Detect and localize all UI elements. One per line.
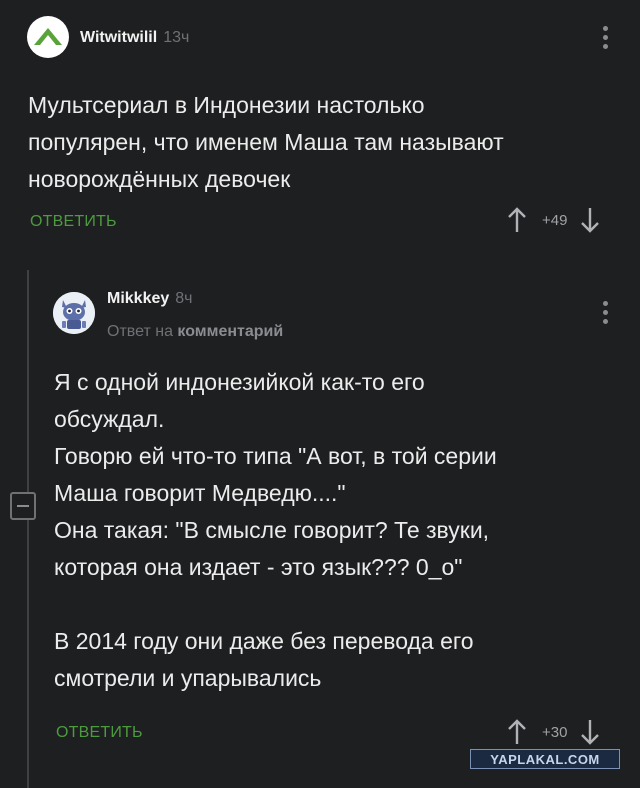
- more-options-icon[interactable]: [600, 26, 610, 49]
- avatar[interactable]: [53, 292, 95, 334]
- reply-button[interactable]: ОТВЕТИТЬ: [56, 724, 143, 742]
- triangle-logo-icon: [34, 28, 62, 45]
- timestamp: 13ч: [163, 29, 190, 46]
- score: +30: [542, 723, 568, 741]
- upvote-arrow-icon[interactable]: [506, 718, 528, 746]
- upvote-arrow-icon[interactable]: [506, 206, 528, 234]
- score: +49: [542, 211, 568, 229]
- vote-controls: +30: [506, 718, 601, 746]
- comment-header: Mikkkey 8ч: [107, 290, 193, 308]
- avatar[interactable]: [27, 16, 69, 58]
- vote-controls: +49: [506, 206, 601, 234]
- downvote-arrow-icon[interactable]: [579, 718, 601, 746]
- reply-to-link[interactable]: комментарий: [177, 323, 283, 340]
- collapse-thread-button[interactable]: [10, 492, 36, 520]
- username[interactable]: Mikkkey: [107, 290, 169, 307]
- comment-text: Я с одной индонезийкой как-то его обсужд…: [54, 369, 497, 691]
- reply-to-prefix: Ответ на: [107, 323, 173, 340]
- comment-header: Witwitwilil 13ч: [80, 29, 189, 47]
- downvote-arrow-icon[interactable]: [579, 206, 601, 234]
- reply-button[interactable]: ОТВЕТИТЬ: [30, 213, 117, 231]
- more-options-icon[interactable]: [600, 301, 610, 324]
- username[interactable]: Witwitwilil: [80, 29, 157, 46]
- robot-avatar-icon: [53, 292, 95, 334]
- comment-text: Мультсериал в Индонезии настолько популя…: [28, 92, 504, 192]
- timestamp: 8ч: [175, 290, 193, 307]
- thread-line: [27, 270, 29, 788]
- watermark: YAPLAKAL.COM: [470, 749, 620, 769]
- reply-to-info: Ответ на комментарий: [107, 323, 283, 341]
